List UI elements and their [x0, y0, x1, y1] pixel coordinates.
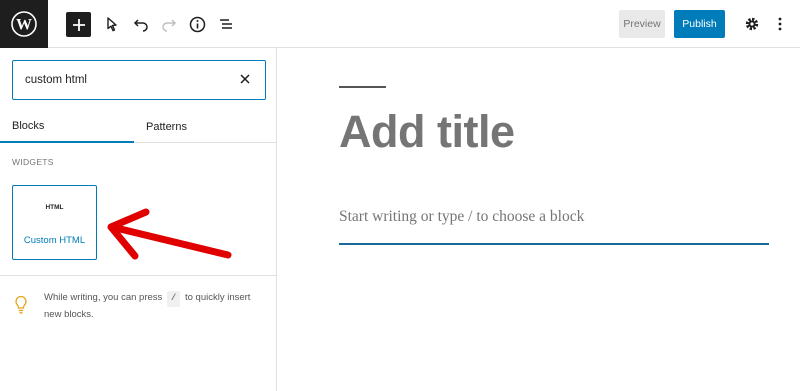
select-tool-button[interactable] [100, 12, 124, 36]
more-options-button[interactable] [768, 12, 792, 36]
post-title-input[interactable]: Add title [339, 106, 515, 158]
lightbulb-icon [14, 295, 28, 315]
redo-icon [162, 19, 177, 32]
default-block-appender[interactable]: Start writing or type / to choose a bloc… [339, 208, 769, 245]
editor-canvas: Add title Start writing or type / to cho… [277, 48, 800, 391]
select-tool-icon [107, 17, 117, 32]
info-icon [189, 16, 205, 32]
settings-button[interactable] [740, 12, 764, 36]
title-separator [339, 86, 386, 88]
gear-icon [745, 17, 759, 31]
list-view-icon [220, 19, 232, 29]
more-vertical-icon [778, 17, 782, 31]
undo-icon [133, 19, 148, 32]
tab-blocks[interactable]: Blocks [0, 110, 134, 143]
preview-button[interactable]: Preview [619, 10, 665, 38]
divider [0, 275, 276, 276]
category-heading: WIDGETS [12, 157, 54, 167]
details-button[interactable] [185, 12, 209, 36]
redo-button[interactable] [157, 12, 181, 36]
block-option-label: Custom HTML [23, 235, 86, 246]
plus-icon [72, 18, 85, 31]
tip-text-start: While writing, you can press [44, 292, 163, 303]
wordpress-logo-icon[interactable]: W [0, 0, 48, 48]
block-search-input[interactable] [25, 61, 225, 98]
inserter-tabs: Blocks Patterns [0, 110, 276, 143]
block-search-field[interactable] [12, 60, 266, 100]
publish-button[interactable]: Publish [674, 10, 725, 38]
inserter-toggle-button[interactable] [66, 12, 91, 37]
svg-text:W: W [16, 17, 32, 34]
undo-button[interactable] [129, 12, 153, 36]
block-inserter-panel: Blocks Patterns WIDGETS HTML Custom HTML… [0, 48, 277, 391]
custom-html-block-option[interactable]: HTML Custom HTML [12, 185, 97, 260]
tab-patterns[interactable]: Patterns [134, 110, 276, 143]
inserter-tip: While writing, you can press / to quickl… [44, 290, 270, 322]
editor-header: W Preview Publish [0, 0, 800, 48]
clear-search-button[interactable] [237, 71, 253, 87]
shortcut-key: / [166, 291, 181, 307]
html-icon: HTML [45, 204, 64, 211]
close-icon [240, 74, 250, 84]
list-view-button[interactable] [214, 12, 238, 36]
